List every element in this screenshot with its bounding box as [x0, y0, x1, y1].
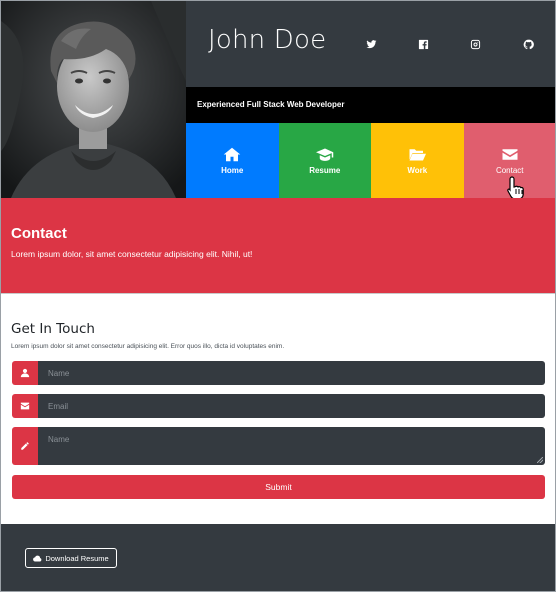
nav-label-contact: Contact — [495, 165, 524, 175]
profile-photo — [1, 1, 186, 198]
envelope-icon — [502, 148, 518, 160]
portrait-image — [1, 1, 186, 198]
nav-item-work[interactable]: Work — [371, 123, 464, 198]
tagline: Experienced Full Stack Web Developer — [197, 100, 345, 109]
twitter-icon[interactable] — [365, 38, 377, 50]
banner-title: Contact — [11, 225, 67, 242]
pencil-icon — [12, 427, 38, 465]
banner-text: Lorem ipsum dolor, sit amet consectetur … — [11, 249, 253, 259]
submit-button[interactable]: Submit — [12, 475, 545, 499]
github-icon[interactable] — [522, 38, 534, 50]
footer: Download Resume — [1, 524, 555, 591]
form-lead: Lorem ipsum dolor sit amet consectetur a… — [11, 343, 285, 350]
name-input[interactable]: Name — [38, 361, 545, 385]
graduation-cap-icon — [315, 148, 333, 161]
folder-open-icon — [409, 148, 427, 160]
home-icon — [224, 147, 241, 161]
nav-item-resume[interactable]: Resume — [278, 123, 371, 198]
header: John Doe Experienced Full Stack Web Deve… — [1, 1, 555, 200]
main-nav: Home Resume Work Contact — [186, 123, 555, 198]
page: John Doe Experienced Full Stack Web Deve… — [0, 0, 556, 592]
cloud-icon — [33, 555, 42, 562]
message-row: Name — [12, 427, 545, 465]
message-placeholder: Name — [48, 435, 70, 444]
name-row: Name — [12, 361, 545, 385]
user-icon — [12, 361, 38, 385]
nav-label-work: Work — [407, 165, 428, 175]
nav-label-home: Home — [221, 165, 244, 175]
header-topbar: John Doe — [186, 1, 555, 87]
contact-banner: Contact Lorem ipsum dolor, sit amet cons… — [1, 198, 555, 294]
facebook-icon[interactable] — [417, 38, 429, 50]
nav-item-home[interactable]: Home — [186, 123, 279, 198]
download-resume-label: Download Resume — [45, 553, 109, 563]
resize-handle[interactable] — [537, 457, 543, 463]
envelope-icon — [12, 394, 38, 418]
tagline-bar: Experienced Full Stack Web Developer — [186, 87, 555, 123]
message-textarea[interactable]: Name — [38, 427, 545, 465]
email-row: Email — [12, 394, 545, 418]
form-heading: Get In Touch — [11, 321, 95, 337]
contact-form: Get In Touch Lorem ipsum dolor sit amet … — [1, 295, 555, 524]
site-title: John Doe — [208, 25, 327, 55]
email-input[interactable]: Email — [38, 394, 545, 418]
instagram-icon[interactable] — [469, 38, 481, 50]
download-resume-button[interactable]: Download Resume — [25, 548, 117, 568]
nav-label-resume: Resume — [309, 165, 341, 175]
